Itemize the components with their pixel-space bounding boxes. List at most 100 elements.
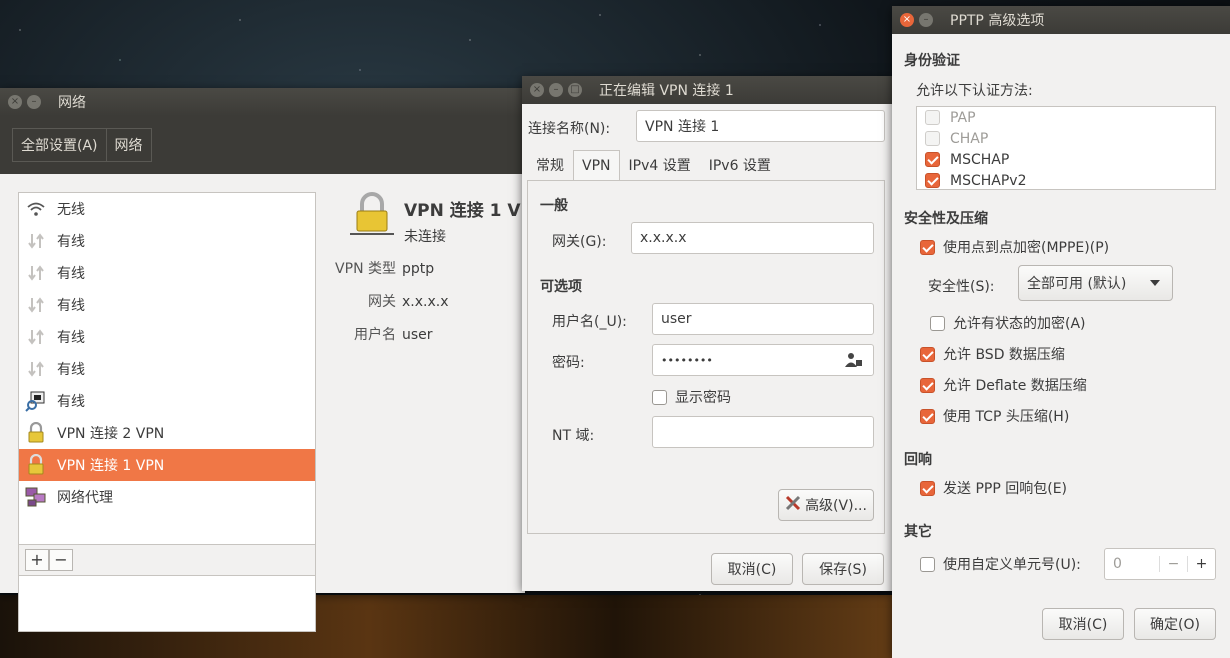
minimize-button[interactable]: – [919,13,933,27]
advanced-button[interactable]: 高级(V)... [778,489,874,521]
auth-item-mschapv2[interactable]: MSCHAPv2 [917,170,1215,189]
chap-checkbox[interactable] [925,131,940,146]
decrement-button[interactable]: − [1159,556,1187,572]
list-item-proxy[interactable]: 网络代理 [19,481,315,513]
network-titlebar: × – 网络 [0,88,525,116]
connection-status: 未连接 [404,229,446,245]
echo-row[interactable]: 发送 PPP 回响包(E) [920,478,1067,498]
show-password-checkbox[interactable] [652,389,667,405]
tcp-label: 使用 TCP 头压缩(H) [943,409,1070,425]
cancel-button[interactable]: 取消(C) [711,553,793,585]
auth-item-label: MSCHAP [950,151,1010,168]
mtu-row[interactable]: 使用自定义单元号(U): [920,554,1081,574]
auth-item-chap[interactable]: CHAP [917,128,1215,149]
mppe-row[interactable]: 使用点到点加密(MPPE)(P) [920,237,1109,257]
mtu-label: 使用自定义单元号(U): [943,557,1081,573]
gateway-value: x.x.x.x [402,294,449,310]
auth-item-pap[interactable]: PAP [917,107,1215,128]
mschap-checkbox[interactable] [925,152,940,167]
wired-icon [25,358,47,380]
deflate-checkbox[interactable] [920,377,935,393]
network-settings-window: × – 网络 全部设置(A) 网络 无线 有线 有线 有线 有线 有线 有线 V… [0,88,533,632]
mtu-checkbox[interactable] [920,556,935,572]
close-button[interactable]: × [900,13,914,27]
breadcrumb-network[interactable]: 网络 [105,129,151,161]
auth-item-mschap[interactable]: MSCHAP [917,149,1215,170]
breadcrumb-all-settings[interactable]: 全部设置(A) [13,129,106,161]
show-password-row[interactable]: 显示密码 [652,387,731,407]
vpn-type-row: VPN 类型 pptp [334,258,434,278]
stateful-row[interactable]: 允许有状态的加密(A) [930,313,1086,333]
tcp-checkbox[interactable] [920,408,935,424]
wired-icon [25,294,47,316]
edit-titlebar: × – □ 正在编辑 VPN 连接 1 [522,76,892,104]
wired-search-icon [25,390,47,412]
conn-name-field[interactable]: VPN 连接 1 [636,110,885,142]
list-item-vpn-1[interactable]: VPN 连接 1 VPN [19,449,315,481]
maximize-button[interactable]: □ [568,83,582,97]
auth-item-label: MSCHAPv2 [950,172,1027,189]
security-value: 全部可用 (默认) [1027,276,1127,292]
deflate-label: 允许 Deflate 数据压缩 [943,378,1087,394]
echo-checkbox[interactable] [920,480,935,496]
username-value: user [402,327,433,343]
username-field[interactable]: user [652,303,874,335]
pptp-advanced-window: × – PPTP 高级选项 身份验证 允许以下认证方法: PAP CHAP MS… [892,6,1230,658]
stateful-checkbox[interactable] [930,315,945,331]
list-item-wireless[interactable]: 无线 [19,193,315,225]
nt-domain-field[interactable] [652,416,874,448]
remove-connection-button[interactable]: − [49,549,73,571]
list-item-wired[interactable]: 有线 [19,353,315,385]
password-field[interactable]: •••••••• [652,344,874,376]
security-section-title: 安全性及压缩 [904,211,988,227]
general-section-title: 一般 [540,198,568,214]
tab-general[interactable]: 常规 [527,150,573,180]
list-toolbar: + − [18,544,316,576]
tab-ipv4[interactable]: IPv4 设置 [620,150,700,180]
echo-label: 发送 PPP 回响包(E) [943,481,1067,497]
optional-section-title: 可选项 [540,279,582,295]
close-button[interactable]: × [8,95,22,109]
list-item-wired[interactable]: 有线 [19,321,315,353]
list-item-label: 有线 [57,330,85,346]
pap-checkbox[interactable] [925,110,940,125]
list-item-vpn-2[interactable]: VPN 连接 2 VPN [19,417,315,449]
tab-ipv6[interactable]: IPv6 设置 [700,150,780,180]
mppe-checkbox[interactable] [920,239,935,255]
list-item-wired[interactable]: 有线 [19,225,315,257]
security-dropdown[interactable]: 全部可用 (默认) [1018,265,1173,301]
wired-icon [25,230,47,252]
minimize-button[interactable]: – [549,83,563,97]
user-key-icon[interactable] [845,352,863,372]
bsd-checkbox[interactable] [920,346,935,362]
gateway-field[interactable]: x.x.x.x [631,222,874,254]
list-item-label: 有线 [57,266,85,282]
minimize-button[interactable]: – [27,95,41,109]
add-connection-button[interactable]: + [25,549,49,571]
auth-item-label: CHAP [950,130,989,147]
increment-button[interactable]: + [1187,556,1215,572]
unit-value[interactable]: 0 [1105,556,1159,572]
ok-button[interactable]: 确定(O) [1134,608,1216,640]
deflate-row[interactable]: 允许 Deflate 数据压缩 [920,375,1087,395]
cancel-button[interactable]: 取消(C) [1042,608,1124,640]
unit-spinner[interactable]: 0 − + [1104,548,1216,580]
list-item-wired[interactable]: 有线 [19,289,315,321]
gateway-key: 网关 [368,294,396,310]
window-title: 正在编辑 VPN 连接 1 [599,83,734,99]
tab-bar: 常规 VPN IPv4 设置 IPv6 设置 [527,150,780,180]
list-item-wired[interactable]: 有线 [19,257,315,289]
auth-item-label: PAP [950,109,976,126]
close-button[interactable]: × [530,83,544,97]
advanced-label: 高级(V)... [805,498,867,514]
bsd-row[interactable]: 允许 BSD 数据压缩 [920,344,1065,364]
proxy-icon [25,486,47,508]
list-item-label: 网络代理 [57,490,113,506]
list-item-wired[interactable]: 有线 [19,385,315,417]
mschapv2-checkbox[interactable] [925,173,940,188]
tab-vpn[interactable]: VPN [573,150,620,180]
nt-domain-label: NT 域: [552,428,595,444]
tcp-row[interactable]: 使用 TCP 头压缩(H) [920,406,1069,426]
connection-name: VPN 连接 1 VP [404,201,534,221]
save-button[interactable]: 保存(S) [802,553,884,585]
